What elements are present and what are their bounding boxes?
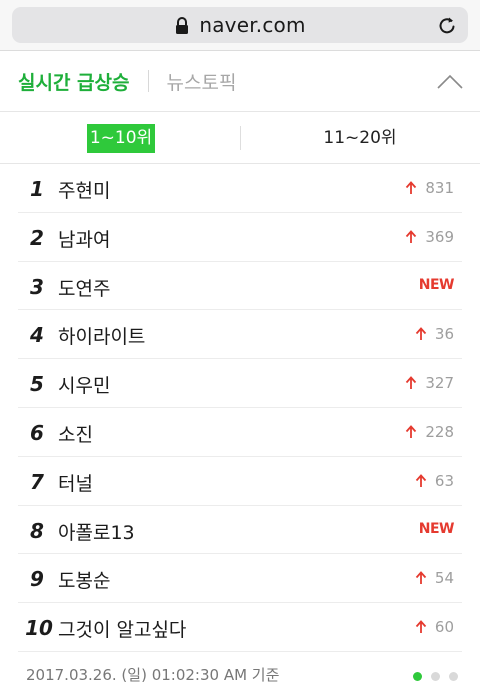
keyword-text: 도봉순 — [58, 570, 111, 593]
new-badge: NEW — [418, 276, 455, 293]
rank-change: 36 — [415, 325, 454, 343]
arrow-up-icon — [406, 376, 417, 390]
rank-change: 63 — [415, 472, 454, 490]
rank-change: 60 — [415, 618, 454, 636]
tab-news-topic[interactable]: 뉴스토픽 — [167, 68, 237, 95]
rank-number: 1 — [30, 177, 44, 201]
change-value: 63 — [434, 471, 454, 490]
browser-toolbar: naver.com — [0, 0, 480, 50]
page-dot[interactable] — [449, 672, 458, 681]
change-value: 228 — [425, 422, 454, 441]
rank-number: 2 — [30, 225, 44, 250]
keyword-text: 소진 — [58, 423, 93, 446]
timestamp: 2017.03.26. (일) 01:02:30 AM 기준 — [26, 666, 280, 684]
rank-change: 369 — [405, 228, 454, 246]
change-value: 60 — [434, 618, 454, 637]
keyword-row[interactable]: 2 남과여 369 — [0, 213, 480, 262]
keyword-row[interactable]: 4 하이라이트 36 — [0, 310, 480, 359]
rank-change: 228 — [405, 423, 454, 441]
arrow-up-icon — [406, 181, 417, 194]
arrow-up-icon — [406, 229, 417, 243]
rank-change: 831 — [405, 179, 454, 197]
arrow-up-icon — [415, 327, 427, 341]
change-value: 54 — [434, 569, 454, 588]
keyword-text: 주현미 — [58, 180, 111, 202]
rank-number: 7 — [30, 469, 44, 494]
keyword-list: 1 주현미 831 2 남과여 369 3 도연주 NEW 4 하이라이트 36 5 시우민 327 6 소진 2… — [0, 164, 480, 652]
url-host: naver.com — [199, 13, 306, 37]
rank-number: 8 — [30, 518, 44, 543]
arrow-up-icon — [415, 620, 427, 634]
keyword-row[interactable]: 1 주현미 831 — [0, 164, 480, 213]
change-value: 831 — [425, 179, 454, 197]
address-bar[interactable]: naver.com — [12, 7, 468, 43]
keyword-row[interactable]: 5 시우민 327 — [0, 359, 480, 408]
keyword-row[interactable]: 10 그것이 알고싶다 60 — [0, 603, 480, 652]
rank-change: 327 — [405, 374, 454, 392]
range-tabs: 1~10위 11~20위 — [0, 112, 480, 164]
page-dot[interactable] — [431, 672, 440, 681]
lock-icon — [176, 17, 189, 34]
keyword-row[interactable]: 9 도봉순 54 — [0, 554, 480, 603]
chevron-up-icon[interactable] — [436, 69, 464, 95]
footer: 2017.03.26. (일) 01:02:30 AM 기준 — [0, 652, 480, 698]
page-indicator — [413, 672, 458, 681]
rank-number: 10 — [25, 616, 53, 641]
rank-number: 3 — [30, 274, 44, 299]
page-dot[interactable] — [413, 672, 422, 681]
new-badge: NEW — [418, 520, 455, 537]
change-value: 36 — [434, 325, 454, 344]
rank-change: NEW — [418, 520, 455, 537]
arrow-up-icon — [415, 571, 427, 585]
keyword-row[interactable]: 7 터널 63 — [0, 457, 480, 506]
keyword-row[interactable]: 8 아폴로13 NEW — [0, 506, 480, 555]
keyword-text: 그것이 알고싶다 — [58, 619, 187, 642]
topic-tabs: 실시간 급상승 뉴스토픽 — [0, 50, 480, 112]
range-tab-11-20[interactable]: 11~20위 — [300, 124, 420, 153]
keyword-text: 하이라이트 — [58, 326, 146, 349]
keyword-row[interactable]: 6 소진 228 — [0, 408, 480, 457]
range-divider — [240, 126, 241, 150]
reload-icon[interactable] — [436, 14, 458, 36]
keyword-text: 남과여 — [58, 228, 111, 251]
rank-number: 9 — [30, 567, 44, 592]
range-tab-1-10[interactable]: 1~10위 — [87, 124, 155, 153]
rank-number: 5 — [30, 372, 44, 397]
keyword-text: 도연주 — [58, 277, 111, 300]
arrow-up-icon — [406, 425, 417, 438]
keyword-text: 시우민 — [58, 375, 111, 398]
rank-change: 54 — [415, 569, 454, 587]
change-value: 327 — [425, 374, 454, 393]
change-value: 369 — [425, 227, 454, 246]
rank-change: NEW — [418, 276, 455, 293]
rank-number: 6 — [30, 420, 44, 445]
keyword-text: 터널 — [58, 472, 93, 495]
rank-number: 4 — [30, 323, 44, 348]
tab-realtime-rising[interactable]: 실시간 급상승 — [18, 68, 130, 95]
keyword-row[interactable]: 3 도연주 NEW — [0, 262, 480, 311]
keyword-text: 아폴로13 — [58, 521, 135, 544]
tab-divider — [147, 70, 149, 92]
arrow-up-icon — [415, 473, 427, 487]
